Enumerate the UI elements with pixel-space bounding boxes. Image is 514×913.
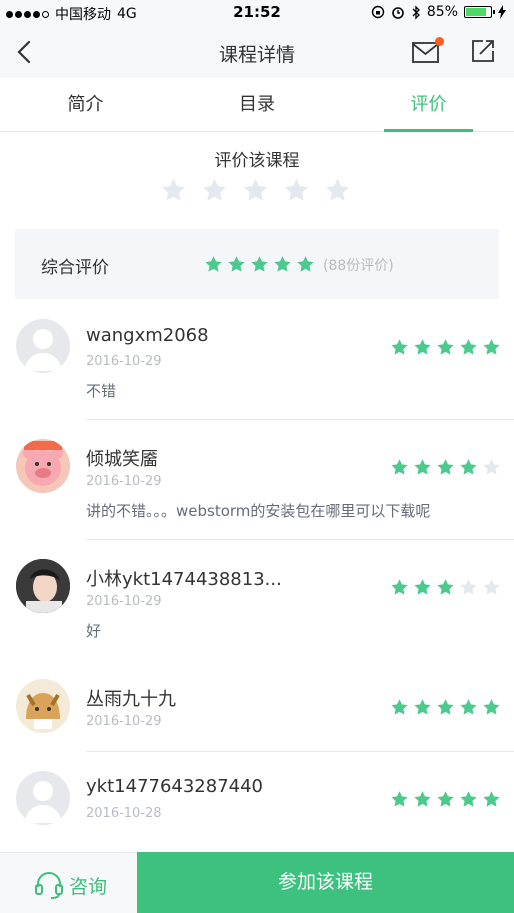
status-right: 85% <box>371 4 506 20</box>
review-stars <box>390 698 501 717</box>
star-filled-icon <box>483 791 500 807</box>
bluetooth-icon <box>412 4 420 20</box>
star-filled-icon <box>483 339 500 355</box>
star-filled-icon <box>205 256 222 272</box>
star-filled-icon <box>414 791 431 807</box>
star-filled-icon <box>228 256 245 272</box>
reviewer-name: 小林ykt1474438813... <box>86 569 282 590</box>
rotation-lock-icon <box>371 5 385 19</box>
star-filled-icon <box>251 256 268 272</box>
reviewer-name: wangxm2068 <box>86 325 209 346</box>
join-course-button[interactable]: 参加该课程 <box>137 852 514 913</box>
cartoon-avatar-icon <box>16 679 70 733</box>
reviewer-name: ykt1477643287440 <box>86 776 264 797</box>
review-item: 倾城笑靥 2016-10-29 讲的不错。。。webstorm的安装包在哪里可以… <box>0 420 514 540</box>
consult-button[interactable]: 咨询 <box>0 852 137 913</box>
star-empty-icon <box>483 459 500 475</box>
reviewer-name: 倾城笑靥 <box>86 449 158 470</box>
star-empty-icon <box>460 579 477 595</box>
review-date: 2016-10-29 <box>86 354 162 369</box>
star-filled-icon <box>460 791 477 807</box>
review-item: 小林ykt1474438813... 2016-10-29 好 <box>0 540 514 660</box>
notification-badge <box>435 37 444 46</box>
review-count: (88份评价) <box>323 258 394 274</box>
star-filled-icon <box>297 256 314 272</box>
star-filled-icon <box>437 791 454 807</box>
star-filled-icon <box>483 699 500 715</box>
review-item: 丛雨九十九 2016-10-29 <box>0 660 514 752</box>
review-date: 2016-10-29 <box>86 594 162 609</box>
reviewer-name: 丛雨九十九 <box>86 689 176 710</box>
rate-course-title: 评价该课程 <box>214 151 300 171</box>
star-filled-icon <box>391 699 408 715</box>
tab-reviews[interactable]: 评价 <box>384 78 473 132</box>
star-filled-icon <box>391 339 408 355</box>
star-filled-icon <box>460 699 477 715</box>
star-filled-icon <box>274 256 291 272</box>
star-filled-icon <box>437 459 454 475</box>
star-filled-icon <box>391 791 408 807</box>
avatar <box>16 439 70 493</box>
star-filled-icon <box>460 459 477 475</box>
star-filled-icon <box>414 459 431 475</box>
review-item: wangxm2068 2016-10-29 不错 <box>0 300 514 420</box>
star-filled-icon <box>437 579 454 595</box>
review-date: 2016-10-28 <box>86 806 162 821</box>
consult-label: 咨询 <box>69 876 108 898</box>
star-empty-icon[interactable] <box>283 177 310 204</box>
pig-avatar-icon <box>23 441 63 486</box>
review-stars <box>390 458 501 477</box>
default-avatar-icon <box>24 329 62 371</box>
tab-catalog[interactable]: 目录 <box>171 78 343 132</box>
avatar <box>16 559 70 613</box>
avatar <box>16 319 70 373</box>
active-tab-indicator <box>384 129 473 132</box>
star-filled-icon <box>414 579 431 595</box>
nav-bar: 课程详情 <box>0 26 514 78</box>
review-date: 2016-10-29 <box>86 474 162 489</box>
review-text: 不错 <box>86 382 117 400</box>
star-empty-icon[interactable] <box>242 177 269 204</box>
star-filled-icon <box>414 699 431 715</box>
rate-course-stars[interactable] <box>160 177 351 204</box>
review-stars <box>390 578 501 597</box>
status-bar: 中国移动 4G 21:52 85% <box>0 0 514 26</box>
review-text: 好 <box>86 622 102 640</box>
star-filled-icon <box>414 339 431 355</box>
overall-rating-label: 综合评价 <box>41 258 109 278</box>
star-filled-icon <box>391 579 408 595</box>
charging-icon <box>498 5 506 19</box>
message-button[interactable] <box>411 37 444 66</box>
star-empty-icon[interactable] <box>324 177 351 204</box>
overall-rating-stars <box>204 255 315 274</box>
headset-icon <box>35 872 63 899</box>
bottom-action-bar: 咨询 参加该课程 <box>0 852 514 913</box>
tab-bar: 简介 目录 评价 <box>0 78 514 132</box>
overall-rating-panel: 综合评价 (88份评价) <box>15 229 499 299</box>
review-stars <box>390 790 501 809</box>
star-filled-icon <box>460 339 477 355</box>
default-avatar-icon <box>24 781 62 823</box>
review-text: 讲的不错。。。webstorm的安装包在哪里可以下载呢 <box>86 502 431 520</box>
alarm-icon <box>392 7 404 19</box>
star-filled-icon <box>391 459 408 475</box>
star-filled-icon <box>437 339 454 355</box>
review-stars <box>390 338 501 357</box>
review-item: ykt1477643287440 2016-10-28 <box>0 752 514 852</box>
battery-percent: 85% <box>426 4 458 20</box>
star-empty-icon[interactable] <box>160 177 187 204</box>
battery-icon <box>464 6 495 18</box>
star-empty-icon <box>483 579 500 595</box>
photo-avatar-icon <box>16 559 70 613</box>
share-icon[interactable] <box>470 38 496 64</box>
tab-intro[interactable]: 简介 <box>0 78 171 132</box>
avatar <box>16 771 70 825</box>
star-empty-icon[interactable] <box>201 177 228 204</box>
review-date: 2016-10-29 <box>86 714 162 729</box>
avatar <box>16 679 70 733</box>
star-filled-icon <box>437 699 454 715</box>
